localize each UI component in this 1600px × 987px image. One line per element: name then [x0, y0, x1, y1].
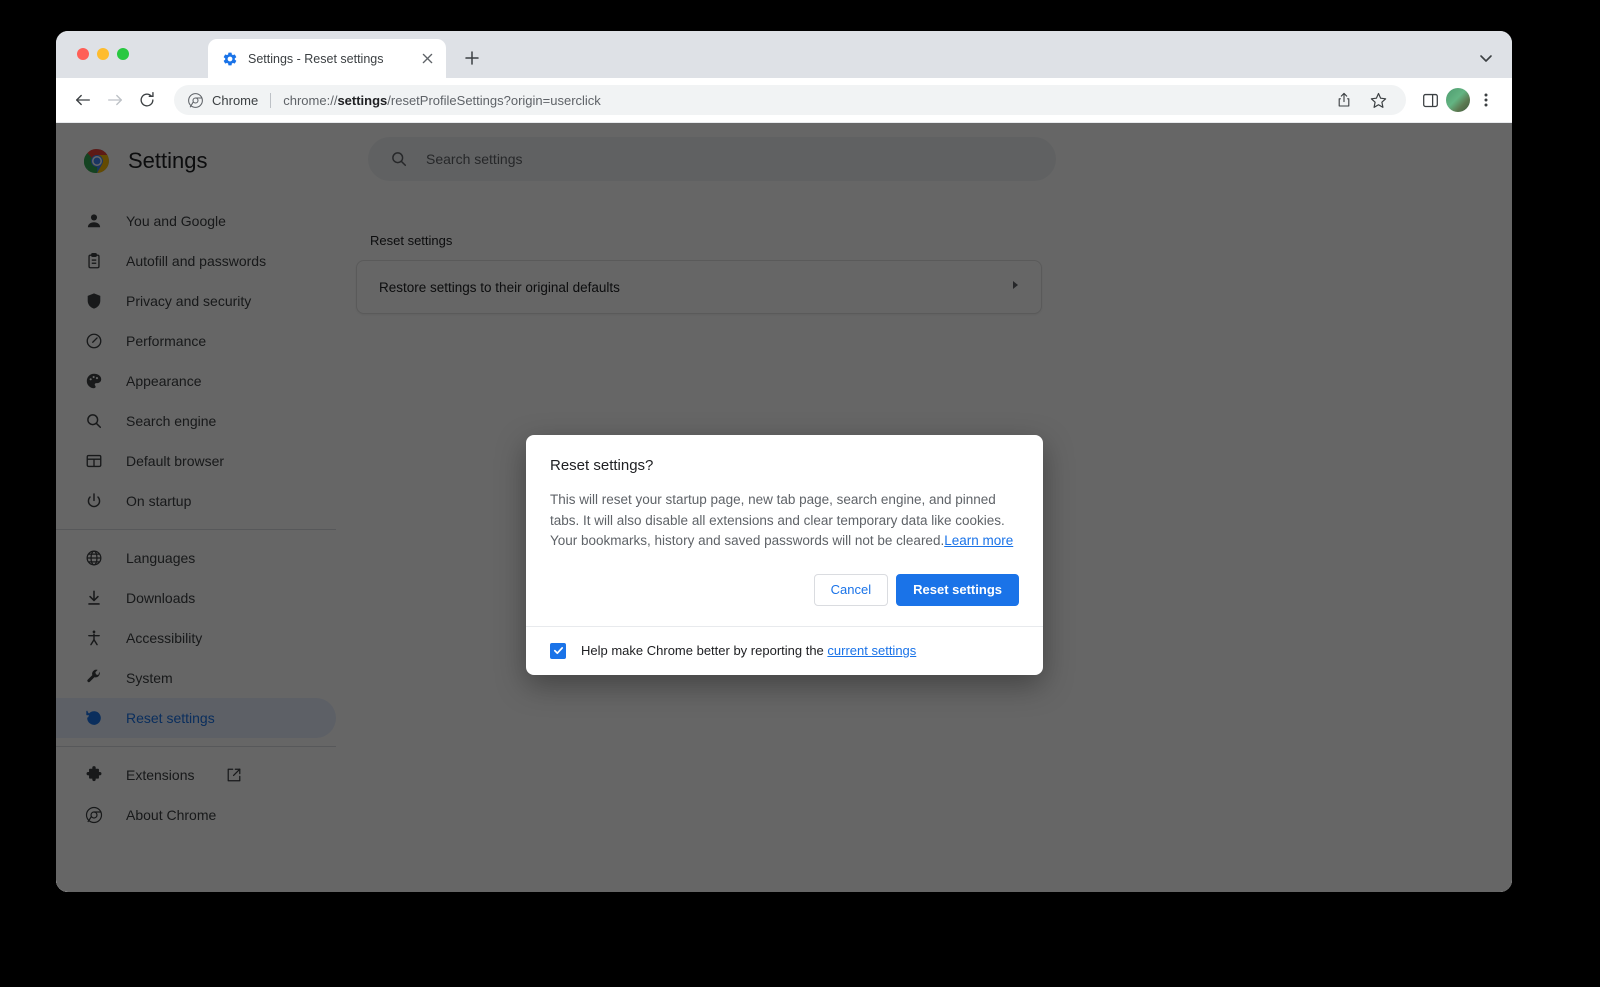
forward-arrow-icon[interactable] [100, 85, 130, 115]
dialog-footer: Help make Chrome better by reporting the… [526, 625, 1043, 675]
chevron-down-icon[interactable] [1474, 46, 1498, 70]
omnibox-site-label: Chrome [212, 92, 259, 108]
settings-page: Settings You and Google Autofill and pas… [56, 123, 1512, 892]
omnibox-divider [270, 92, 272, 108]
browser-window: Settings - Reset settings Chrome chrome:… [56, 31, 1512, 892]
dialog-description: This will reset your startup page, new t… [550, 490, 1019, 552]
share-icon[interactable] [1330, 86, 1358, 114]
dialog-actions: Cancel Reset settings [526, 552, 1043, 626]
new-tab-button[interactable] [459, 45, 485, 71]
close-icon[interactable] [419, 50, 436, 67]
close-window-button[interactable] [77, 48, 89, 60]
reset-settings-dialog: Reset settings? This will reset your sta… [526, 435, 1043, 675]
browser-toolbar: Chrome chrome://settings/resetProfileSet… [56, 78, 1512, 123]
omnibox-url-prefix: chrome:// [283, 92, 338, 108]
omnibox-actions [1330, 86, 1392, 114]
chrome-icon [188, 92, 203, 108]
report-settings-label: Help make Chrome better by reporting the… [581, 643, 916, 658]
browser-tab[interactable]: Settings - Reset settings [208, 39, 446, 78]
address-bar[interactable]: Chrome chrome://settings/resetProfileSet… [174, 85, 1406, 115]
omnibox-url: chrome://settings/resetProfileSettings?o… [283, 93, 601, 108]
dialog-description-text: This will reset your startup page, new t… [550, 492, 1005, 548]
dialog-title: Reset settings? [550, 457, 654, 474]
side-panel-icon[interactable] [1416, 86, 1444, 114]
three-dot-menu-icon[interactable] [1472, 86, 1500, 114]
omnibox-url-host: settings [337, 92, 388, 108]
reset-settings-button[interactable]: Reset settings [896, 573, 1019, 606]
report-settings-text: Help make Chrome better by reporting the [581, 643, 828, 658]
reload-icon[interactable] [132, 85, 162, 115]
current-settings-link[interactable]: current settings [827, 643, 916, 658]
tab-title: Settings - Reset settings [248, 51, 384, 66]
star-icon[interactable] [1364, 86, 1392, 114]
minimize-window-button[interactable] [97, 48, 109, 60]
cancel-button[interactable]: Cancel [813, 573, 889, 606]
maximize-window-button[interactable] [117, 48, 129, 60]
avatar[interactable] [1446, 88, 1470, 112]
window-traffic-lights [77, 48, 129, 60]
tab-strip: Settings - Reset settings [56, 31, 1512, 78]
gear-icon [222, 51, 238, 67]
omnibox-url-path: /resetProfileSettings?origin=userclick [387, 92, 601, 108]
learn-more-link[interactable]: Learn more [944, 533, 1013, 548]
back-arrow-icon[interactable] [68, 85, 98, 115]
dialog-body: Reset settings? This will reset your sta… [526, 435, 1043, 552]
report-settings-checkbox[interactable] [550, 642, 566, 659]
